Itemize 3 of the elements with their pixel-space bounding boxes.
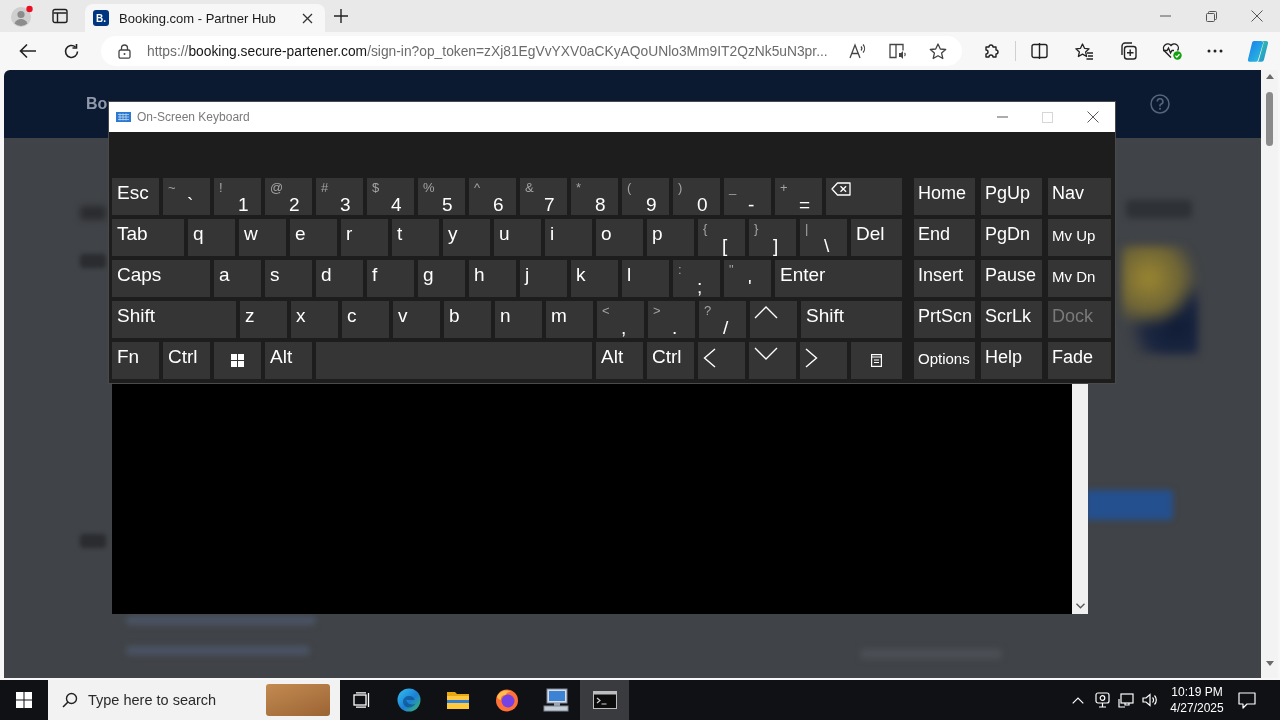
favicon: B. (93, 10, 109, 26)
header-logo-text: Bo (86, 95, 108, 113)
window-title: On-Screen Keyboard (137, 110, 250, 124)
